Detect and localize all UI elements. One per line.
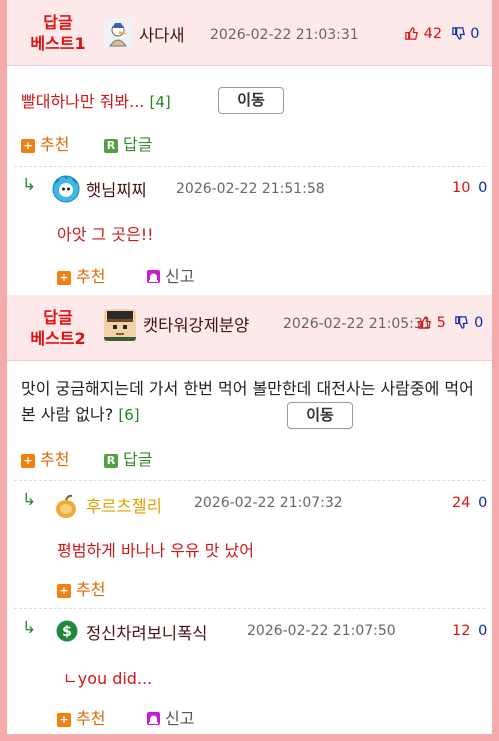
best-comment-header: 답글 베스트2 캣타워강제분양 2026-02-22 21:05:31 5 0 (7, 295, 492, 361)
comment-body: 맛이 궁금해지는데 가서 한번 먹어 볼만한데 대전사는 사람중에 먹어 본 사… (21, 379, 474, 424)
reply-label: 답글 (123, 450, 153, 469)
recommend-button[interactable]: + 추천 (21, 131, 69, 155)
reply-arrow-icon: ↳ (22, 175, 37, 195)
comment-date: 2026-02-22 21:51:58 (176, 181, 325, 197)
downvote-count: 0 (474, 315, 484, 331)
thumbs-up-button[interactable]: 42 (404, 26, 447, 42)
thumbs-up-icon (418, 316, 431, 329)
best-label-line1: 답글 (43, 13, 73, 32)
thumbs-down-icon (451, 27, 465, 40)
recommend-button[interactable]: + 추천 (57, 576, 105, 600)
thumbs-up-button[interactable]: 5 (417, 315, 450, 331)
plus-icon: + (57, 713, 71, 727)
recommend-button[interactable]: + 추천 (57, 263, 105, 287)
avatar[interactable] (104, 19, 132, 47)
divider (14, 608, 485, 609)
thumbs-down-button[interactable]: 0 (451, 26, 480, 42)
reply-button[interactable]: R 답글 (104, 446, 152, 470)
recommend-label: 추천 (40, 450, 70, 469)
recommend-button[interactable]: + 추천 (21, 446, 69, 470)
comment-date: 2026-02-22 21:07:32 (194, 495, 343, 511)
reply-count: [6] (118, 406, 140, 424)
author-nickname[interactable]: 사다새 (139, 22, 185, 46)
downvote-count[interactable]: 0 (478, 495, 487, 511)
reply-r-icon: R (104, 454, 118, 468)
report-button[interactable]: 신고 (146, 705, 194, 729)
siren-icon (147, 712, 160, 725)
comment-body: 빨대하나만 줘봐... (21, 92, 145, 111)
comment-date: 2026-02-22 21:05:31 (283, 316, 432, 332)
reply-count: [4] (149, 93, 171, 111)
plus-icon: + (21, 139, 35, 153)
reply-label: 답글 (123, 135, 153, 154)
comment-text: 빨대하나만 줘봐... [4] (21, 89, 171, 115)
reply-button[interactable]: R 답글 (104, 131, 152, 155)
report-label: 신고 (165, 709, 195, 728)
dollar-icon[interactable]: $ (56, 620, 78, 642)
vote-counts: 12 0 (452, 623, 487, 639)
comment-body: 평범하게 바나나 우유 맛 났어 (57, 541, 254, 560)
thumbs-up-icon (405, 27, 418, 40)
comment-body: 아앗 그 곳은!! (57, 225, 154, 244)
recommend-label: 추천 (76, 709, 106, 728)
plus-icon: + (21, 454, 35, 468)
vote-counts: 24 0 (452, 495, 487, 511)
upvote-count[interactable]: 24 (452, 495, 470, 511)
author-nickname[interactable]: 정신차려보니폭식 (86, 620, 207, 644)
recommend-label: 추천 (40, 135, 70, 154)
avatar[interactable] (104, 309, 136, 341)
thumbs-down-button[interactable]: 0 (454, 315, 483, 331)
move-button[interactable]: 이동 (218, 87, 284, 114)
comment-body: ㄴyou did... (63, 669, 153, 688)
vote-counts: 10 0 (452, 180, 487, 196)
report-label: 신고 (165, 267, 195, 286)
svg-text:$: $ (62, 624, 72, 640)
vote-counts: 42 0 (404, 26, 480, 42)
downvote-count[interactable]: 0 (478, 180, 487, 196)
author-nickname[interactable]: 후르츠젤리 (86, 493, 162, 517)
reply-arrow-icon: ↳ (22, 490, 37, 510)
comment-date: 2026-02-22 21:07:50 (247, 623, 396, 639)
comment-panel: 답글 베스트1 사다새 2026-02-22 21:03:31 42 0 빨대하… (0, 0, 499, 741)
best-label: 답글 베스트2 (21, 307, 95, 349)
upvote-count[interactable]: 10 (452, 180, 470, 196)
vote-counts: 5 0 (417, 315, 483, 331)
downvote-count[interactable]: 0 (478, 623, 487, 639)
plus-icon: + (57, 584, 71, 598)
author-nickname[interactable]: 캣타워강제분양 (143, 312, 249, 336)
comment-date: 2026-02-22 21:03:31 (210, 27, 359, 43)
reply-r-icon: R (104, 139, 118, 153)
best-label-line2: 베스트2 (30, 329, 86, 348)
reply-arrow-icon: ↳ (22, 618, 37, 638)
siren-icon (147, 270, 160, 283)
thumbs-down-icon (455, 316, 469, 329)
plus-icon: + (57, 271, 71, 285)
recommend-button[interactable]: + 추천 (57, 705, 105, 729)
divider (14, 480, 485, 481)
move-button[interactable]: 이동 (287, 402, 353, 429)
upvote-count: 42 (423, 26, 443, 42)
report-button[interactable]: 신고 (146, 263, 194, 287)
best-label: 답글 베스트1 (21, 12, 95, 54)
upvote-count: 5 (436, 315, 446, 331)
avatar[interactable] (52, 492, 80, 520)
avatar[interactable] (52, 175, 80, 203)
recommend-label: 추천 (76, 267, 106, 286)
downvote-count: 0 (470, 26, 480, 42)
upvote-count[interactable]: 12 (452, 623, 470, 639)
best-label-line1: 답글 (43, 308, 73, 327)
recommend-label: 추천 (76, 580, 106, 599)
divider (14, 166, 485, 167)
best-label-line2: 베스트1 (30, 34, 86, 53)
best-comment-header: 답글 베스트1 사다새 2026-02-22 21:03:31 42 0 (7, 0, 492, 66)
author-nickname[interactable]: 햇님찌찌 (86, 177, 147, 201)
comment-text: 맛이 궁금해지는데 가서 한번 먹어 볼만한데 대전사는 사람중에 먹어 본 사… (21, 376, 481, 428)
